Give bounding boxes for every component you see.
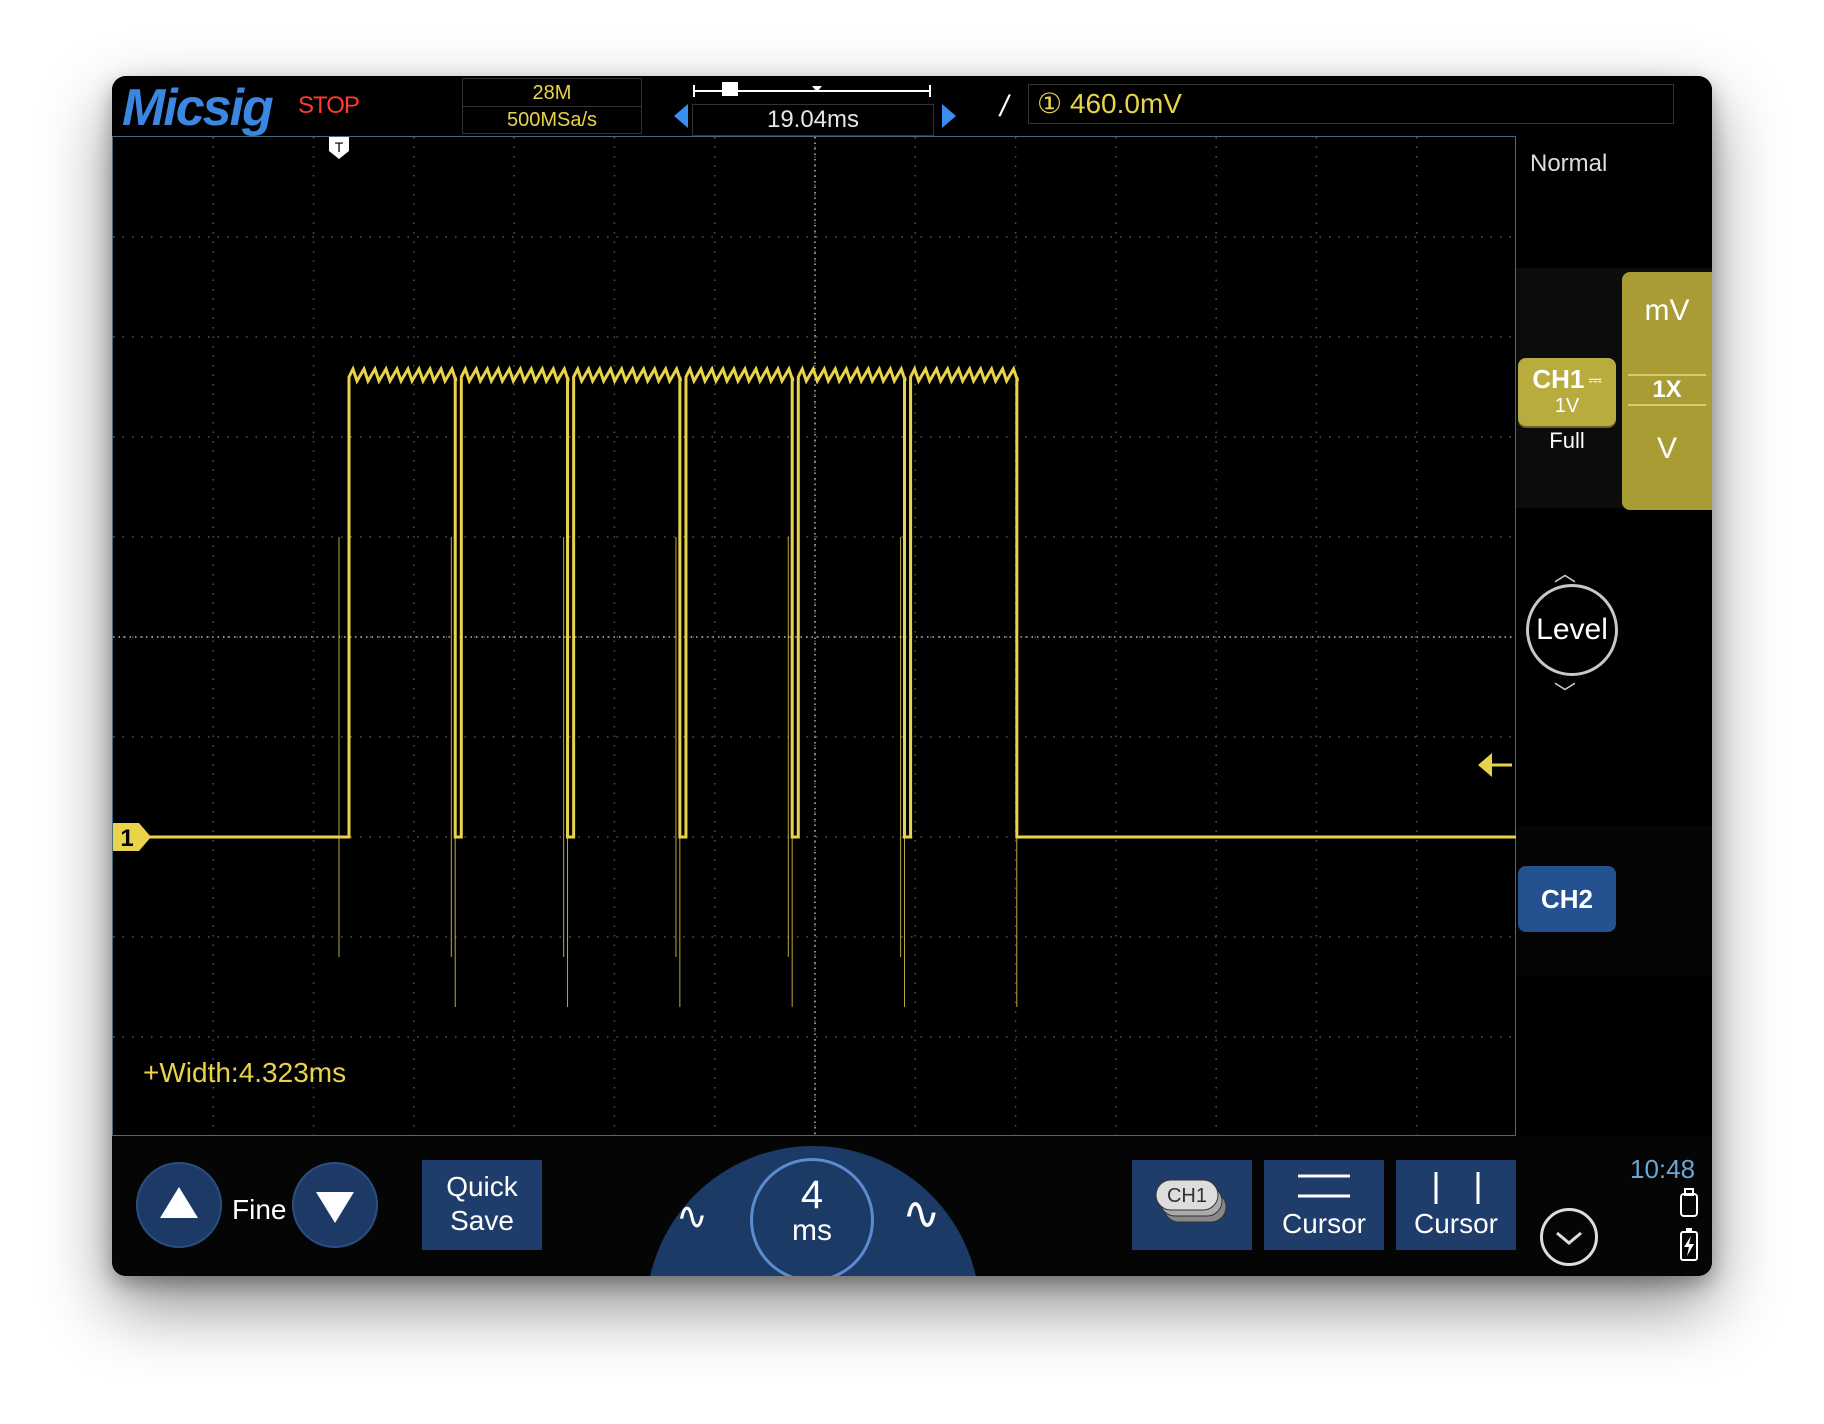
clock: 10:48 [1630, 1154, 1696, 1184]
waveform-display[interactable]: T1 +Width:4.323ms [112, 136, 1517, 1137]
ch1-scale: 1V [1554, 395, 1580, 417]
battery-charging-icon [1680, 1228, 1698, 1261]
acquisition-info[interactable]: 28M 500MSa/s [462, 78, 642, 134]
memory-depth: 28M [463, 80, 641, 107]
measurement-readout: +Width:4.323ms [143, 1057, 347, 1088]
memory-position-map[interactable] [692, 82, 932, 98]
ch1-bandwidth: Full [1549, 428, 1585, 453]
run-stop-indicator[interactable]: STOP [298, 92, 360, 120]
channel-stack-icon: CH1 [1155, 1179, 1227, 1223]
ch1-label: CH1 [1532, 364, 1585, 394]
timebase-dial[interactable]: ∿ 4 ms ∿ [646, 1146, 980, 1276]
scroll-left-icon[interactable] [674, 104, 688, 128]
arrow-up-icon [160, 1187, 198, 1218]
unit-mv-button[interactable]: mV [1622, 294, 1712, 328]
trigger-info[interactable]: ① 460.0mV [1028, 84, 1674, 124]
ch1-select-button[interactable]: CH1 [1132, 1160, 1252, 1250]
storage-icon [1680, 1188, 1698, 1217]
timebase-number: 4 [800, 1173, 824, 1217]
fine-down-button[interactable] [292, 1162, 378, 1248]
horizontal-position[interactable]: 19.04ms [692, 104, 934, 136]
top-status-bar: Micsig STOP 28M 500MSa/s 19.04ms / ① 460… [112, 76, 1712, 137]
quick-save-button[interactable]: Quick Save [422, 1160, 542, 1250]
timebase-unit: ms [792, 1214, 832, 1247]
quick-save-line1: Quick [446, 1171, 518, 1202]
ch1-trace [143, 365, 1517, 839]
oscilloscope-screen: Micsig STOP 28M 500MSa/s 19.04ms / ① 460… [112, 76, 1712, 1276]
horizontal-cursor-label: Cursor [1281, 1208, 1366, 1239]
ch1-marker-label: 1 [120, 825, 133, 852]
horizontal-cursor-button[interactable]: Cursor [1264, 1160, 1384, 1250]
sine-large-icon[interactable]: ∿ [902, 1186, 941, 1240]
horizontal-cursor-icon [1298, 1174, 1350, 1198]
collapse-menu-button[interactable] [1540, 1208, 1598, 1266]
level-down-icon[interactable]: ﹀ [1554, 676, 1576, 708]
ch1-button[interactable]: CH1 ⎓ 1V [1518, 358, 1616, 426]
sample-rate: 500MSa/s [506, 109, 598, 131]
quick-save-line2: Save [450, 1205, 514, 1236]
chevron-down-icon [1556, 1231, 1582, 1245]
fine-label: Fine [232, 1194, 287, 1225]
timebase-value[interactable]: 4 ms [750, 1158, 874, 1276]
trigger-time-marker-letter: T [335, 139, 344, 155]
ch2-button[interactable]: CH2 [1518, 866, 1616, 932]
scroll-right-icon[interactable] [942, 104, 956, 128]
trigger-marker-icon [722, 82, 738, 96]
ch1-chip-label: CH1 [1167, 1185, 1207, 1207]
dc-coupling-icon: ⎓ [1584, 372, 1602, 390]
rising-edge-icon: / [1000, 90, 1009, 123]
vertical-cursor-button[interactable]: Cursor [1396, 1160, 1516, 1250]
waveform-canvas: T1 [113, 137, 1517, 1137]
sine-small-icon[interactable]: ∿ [676, 1194, 708, 1239]
bottom-toolbar: Fine Quick Save ∿ 4 ms ∿ CH1 Cursor Curs… [112, 1136, 1712, 1276]
probe-scale-panel[interactable]: mV 1X V [1622, 272, 1712, 510]
probe-ratio[interactable]: 1X [1628, 374, 1706, 406]
trigger-mode[interactable]: Normal [1530, 150, 1607, 178]
level-knob[interactable]: Level [1526, 584, 1618, 676]
trigger-source: ① [1037, 88, 1063, 119]
arrow-down-icon [316, 1192, 354, 1223]
trigger-level: 460.0mV [1069, 88, 1182, 119]
brand-logo: Micsig [122, 79, 274, 137]
side-panel: Normal CH1 ⎓ 1V Full mV 1X V ︿ Level ﹀ C… [1478, 136, 1712, 1136]
vertical-cursor-label: Cursor [1413, 1208, 1498, 1239]
fine-up-button[interactable] [136, 1162, 222, 1248]
trigger-level-arrow-icon[interactable] [1478, 750, 1512, 780]
vertical-cursor-icon [1434, 1172, 1480, 1204]
unit-v-button[interactable]: V [1622, 432, 1712, 466]
